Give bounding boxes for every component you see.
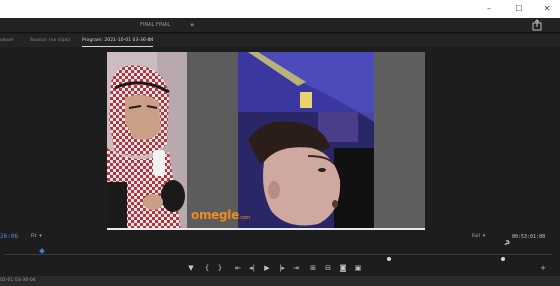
extract-icon[interactable]: ⊟ <box>323 263 333 273</box>
go-to-out-icon[interactable]: ⇥ <box>291 263 301 273</box>
brand-suffix: .com <box>238 215 251 221</box>
button-editor-icon[interactable]: ▣ <box>353 263 363 273</box>
video-side-panel <box>374 52 425 230</box>
workspace-bar: FINAL FINAL » <box>0 18 560 33</box>
add-marker-icon[interactable]: ▼ <box>186 263 196 273</box>
tab-source-monitor[interactable]: Source: (no clips) <box>30 34 70 47</box>
brand-watermark: omegle.com <box>191 208 250 222</box>
maximize-button[interactable]: ☐ <box>508 0 530 18</box>
workspace-project-title[interactable]: FINAL FINAL <box>140 18 170 33</box>
lift-icon[interactable]: ⊞ <box>308 263 318 273</box>
workspaces-overflow-button[interactable]: » <box>190 18 194 33</box>
transport-controls: ▼ { } ⇤ ◂| ▶ |▸ ⇥ ⊞ ⊟ ◙ ▣ + <box>0 261 560 275</box>
mark-out-icon[interactable]: } <box>215 263 225 273</box>
brand-name: omegle <box>191 208 239 222</box>
zoom-level-value: Fit <box>31 234 37 239</box>
video-frame: omegle.com <box>107 52 425 230</box>
playhead-marker[interactable] <box>38 248 45 254</box>
close-button[interactable]: ✕ <box>536 0 558 18</box>
duration-timecode: 00:53:01:08 <box>512 234 546 240</box>
wrench-icon[interactable] <box>502 233 510 248</box>
step-forward-icon[interactable]: |▸ <box>277 263 287 273</box>
step-back-icon[interactable]: ◂| <box>247 263 257 273</box>
scrub-bar[interactable] <box>0 245 560 261</box>
add-button-icon[interactable]: + <box>538 263 548 273</box>
chevron-down-icon: ▾ <box>39 234 42 239</box>
program-monitor-viewport[interactable]: omegle.com <box>0 47 560 231</box>
status-timecode: 02-01 03-36-04 <box>0 278 36 283</box>
window-titlebar: – ☐ ✕ <box>0 0 560 18</box>
tab-media-browser[interactable]: owser <box>0 34 14 47</box>
status-bar: 02-01 03-36-04 <box>0 276 560 286</box>
chevron-down-icon: ▾ <box>482 234 486 239</box>
share-icon[interactable] <box>530 18 544 33</box>
resolution-value: Full <box>472 234 480 239</box>
video-right-participant <box>238 52 374 230</box>
minimize-button[interactable]: – <box>478 0 500 18</box>
go-to-in-icon[interactable]: ⇤ <box>233 263 243 273</box>
video-edge-line <box>107 228 425 230</box>
mark-in-icon[interactable]: { <box>202 263 212 273</box>
video-gap <box>187 52 238 230</box>
panel-tab-strip: owser Source: (no clips) Program: 2021-1… <box>0 34 560 47</box>
tab-program-monitor[interactable]: Program: 2021-10-01 03-36-04 <box>82 34 154 47</box>
current-timecode[interactable]: 26:06 <box>0 231 18 243</box>
play-icon[interactable]: ▶ <box>262 263 272 273</box>
panel-menu-icon[interactable]: ≡ <box>148 34 152 47</box>
playback-resolution-select[interactable]: Full ▾ <box>472 233 485 241</box>
scrub-track[interactable] <box>4 254 552 255</box>
video-left-participant <box>107 52 187 230</box>
monitor-controls-row: 26:06 Fit ▾ Full ▾ 00:53:01:08 <box>0 231 560 248</box>
zoom-level-select[interactable]: Fit ▾ <box>31 233 42 241</box>
camera-icon[interactable]: ◙ <box>338 263 348 273</box>
